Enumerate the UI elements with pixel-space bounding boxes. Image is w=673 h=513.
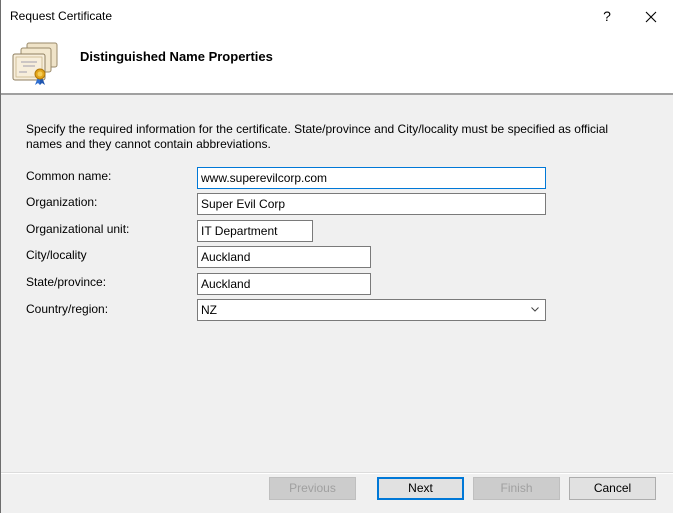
common-name-input[interactable] — [197, 167, 546, 189]
next-button[interactable]: Next — [377, 477, 464, 500]
common-name-label: Common name: — [26, 169, 112, 183]
country-select[interactable]: NZ — [197, 299, 546, 321]
close-button[interactable] — [634, 2, 668, 30]
previous-button[interactable]: Previous — [269, 477, 356, 500]
title-bar: Request Certificate ? — [1, 0, 673, 32]
request-certificate-dialog: Request Certificate ? Distinguished Name… — [0, 0, 673, 513]
footer-divider — [1, 472, 673, 474]
certificates-icon — [12, 42, 58, 85]
instructions-text: Specify the required information for the… — [26, 122, 609, 151]
organizational-unit-label: Organizational unit: — [26, 222, 130, 236]
country-select-value: NZ — [201, 303, 217, 317]
state-label: State/province: — [26, 275, 107, 289]
city-input[interactable] — [197, 246, 371, 268]
help-button[interactable]: ? — [593, 2, 621, 30]
organizational-unit-input[interactable] — [197, 220, 313, 242]
close-icon — [645, 11, 657, 22]
wizard-header: Distinguished Name Properties — [1, 32, 673, 95]
state-input[interactable] — [197, 273, 371, 295]
page-title: Distinguished Name Properties — [80, 49, 273, 64]
organization-input[interactable] — [197, 193, 546, 215]
chevron-down-icon — [531, 307, 539, 312]
cancel-button[interactable]: Cancel — [569, 477, 656, 500]
country-label: Country/region: — [26, 302, 109, 316]
city-label: City/locality — [26, 248, 87, 262]
window-title: Request Certificate — [10, 9, 113, 23]
finish-button[interactable]: Finish — [473, 477, 560, 500]
organization-label: Organization: — [26, 195, 98, 209]
